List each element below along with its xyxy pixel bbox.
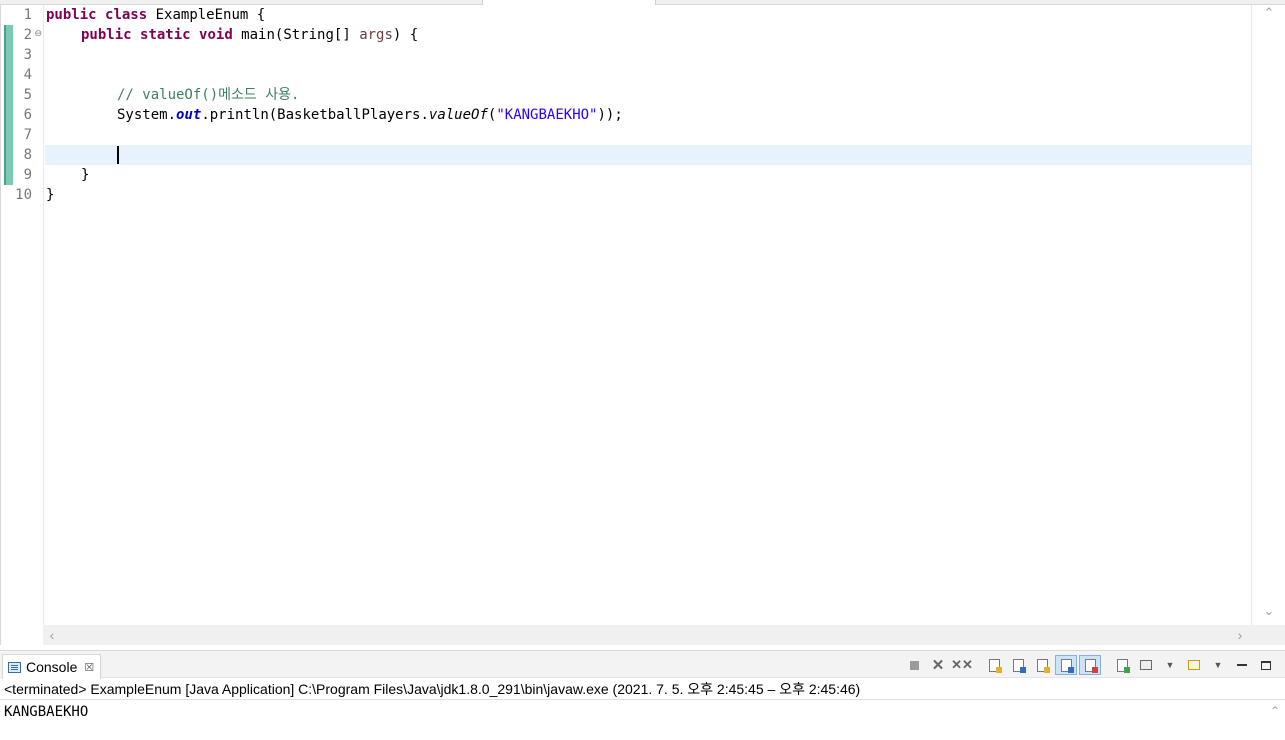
line-number: 6 [23,107,32,123]
scroll-lock-icon[interactable] [1007,655,1029,675]
console-tab-label: Console [26,659,78,675]
chevron-down-icon[interactable]: ▼ [1207,655,1229,675]
word-wrap-icon[interactable] [1031,655,1053,675]
code-editor[interactable]: 1 2 ⊖ 3 4 5 6 7 8 9 10 public class Exam… [0,5,1285,645]
clear-console-icon[interactable] [983,655,1005,675]
change-mark [4,125,13,145]
show-on-stdout-icon[interactable] [1055,655,1077,675]
display-console-icon[interactable] [1135,655,1157,675]
line-number: 8 [23,147,32,163]
line-number: 10 [15,187,32,203]
line-number: 7 [23,127,32,143]
code-comment: // valueOf()메소드 사용. [117,87,300,103]
change-mark [4,105,13,125]
stop-icon[interactable] [903,655,925,675]
code-line-1: public class ExampleEnum { [46,7,266,23]
remove-launch-icon[interactable]: ✕ [927,655,949,675]
show-on-stderr-icon[interactable] [1079,655,1101,675]
console-output[interactable]: KANGBAEKHO [0,701,1265,740]
scrollbar-corner [1251,625,1285,645]
pin-console-icon[interactable] [1111,655,1133,675]
toolbar-separator [1103,655,1109,675]
console-toolbar: ✕ ✕✕ ▼ ▼ [903,655,1277,675]
change-mark [4,45,13,65]
code-text-area[interactable]: public class ExampleEnum { public static… [43,5,1251,625]
editor-horizontal-scrollbar[interactable]: ‹ › [43,625,1251,645]
maximize-icon[interactable] [1255,655,1277,675]
change-mark [4,65,13,85]
toolbar-separator [975,655,981,675]
minimize-icon[interactable] [1231,655,1253,675]
line-number: 9 [23,167,32,183]
code-line-9: } [81,167,90,183]
line-number: 5 [23,87,32,103]
line-number: 4 [23,67,32,83]
scroll-down-icon[interactable]: ⌄ [1252,603,1285,619]
change-ruler [2,5,13,625]
current-line-highlight [45,145,1251,165]
scroll-up-icon[interactable]: ⌃ [1266,704,1284,718]
chevron-down-icon[interactable]: ▼ [1159,655,1181,675]
scroll-up-icon[interactable]: ⌃ [1252,5,1285,21]
change-mark [4,145,13,165]
change-mark [4,25,13,45]
console-header: Console ☒ ✕ ✕✕ ▼ ▼ [0,650,1285,679]
code-line-10: } [46,187,55,203]
scroll-left-icon[interactable]: ‹ [45,625,59,645]
editor-vertical-scrollbar[interactable]: ⌃ ⌄ [1251,5,1285,625]
line-number: 3 [23,47,32,63]
text-caret [117,146,119,164]
change-mark [4,165,13,185]
remove-all-launches-icon[interactable]: ✕✕ [951,655,973,675]
change-mark [4,85,13,105]
line-number: 1 [23,7,32,23]
console-icon [8,661,21,673]
code-line-2: public static void main(String[] args) { [81,27,419,43]
code-line-6: System.out.println(BasketballPlayers.val… [117,107,623,123]
scroll-right-icon[interactable]: › [1233,625,1247,645]
close-icon[interactable]: ☒ [84,661,94,674]
tab-console[interactable]: Console ☒ [2,654,102,679]
line-number-gutter: 1 2 ⊖ 3 4 5 6 7 8 9 10 [13,5,43,625]
fold-collapse-icon[interactable]: ⊖ [34,29,42,39]
console-vertical-scrollbar[interactable]: ⌃ [1266,701,1284,740]
open-console-icon[interactable] [1183,655,1205,675]
console-launch-description: <terminated> ExampleEnum [Java Applicati… [0,679,1285,700]
